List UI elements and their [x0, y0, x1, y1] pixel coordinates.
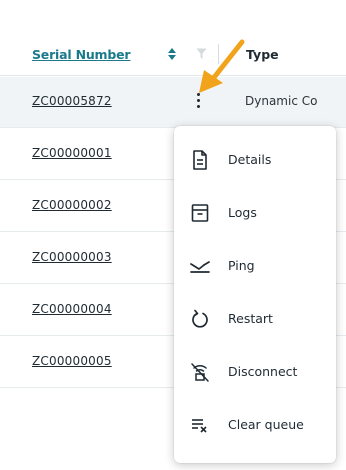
serial-number-link[interactable]: ZC00000005 [32, 354, 112, 368]
menu-item-label: Restart [228, 311, 273, 326]
sort-icon[interactable] [167, 46, 177, 62]
table-header: Serial Number Type [0, 36, 346, 76]
column-header-serial-number[interactable]: Serial Number [32, 47, 131, 62]
serial-number-link[interactable]: ZC00000001 [32, 146, 112, 160]
table-row[interactable]: ZC00005872 Dynamic Co [0, 77, 346, 128]
menu-item-label: Details [228, 152, 272, 167]
menu-item-label: Clear queue [228, 417, 304, 432]
menu-item-label: Ping [228, 258, 255, 273]
serial-number-link[interactable]: ZC00000003 [32, 250, 112, 264]
row-actions-menu: Details Logs Ping Restart Disconnect Cle… [174, 126, 336, 463]
menu-item-clear-queue[interactable]: Clear queue [174, 399, 336, 452]
menu-item-restart[interactable]: Restart [174, 293, 336, 346]
disconnect-wifi-icon [191, 363, 209, 382]
menu-item-label: Logs [228, 205, 257, 220]
document-icon [193, 150, 207, 170]
menu-item-disconnect[interactable]: Disconnect [174, 346, 336, 399]
menu-item-logs[interactable]: Logs [174, 187, 336, 240]
menu-item-details[interactable]: Details [174, 134, 336, 187]
clear-queue-icon [192, 419, 207, 433]
column-header-type[interactable]: Type [246, 47, 279, 62]
serial-number-link[interactable]: ZC00005872 [32, 94, 112, 108]
serial-number-link[interactable]: ZC00000004 [32, 302, 112, 316]
serial-number-link[interactable]: ZC00000002 [32, 198, 112, 212]
ping-signal-icon [190, 261, 210, 273]
pointer-arrow-annotation [199, 39, 245, 93]
archive-box-icon [191, 204, 209, 222]
type-cell: Dynamic Co [245, 94, 318, 108]
restart-icon [192, 309, 208, 328]
menu-item-label: Disconnect [228, 364, 298, 379]
menu-item-ping[interactable]: Ping [174, 240, 336, 293]
